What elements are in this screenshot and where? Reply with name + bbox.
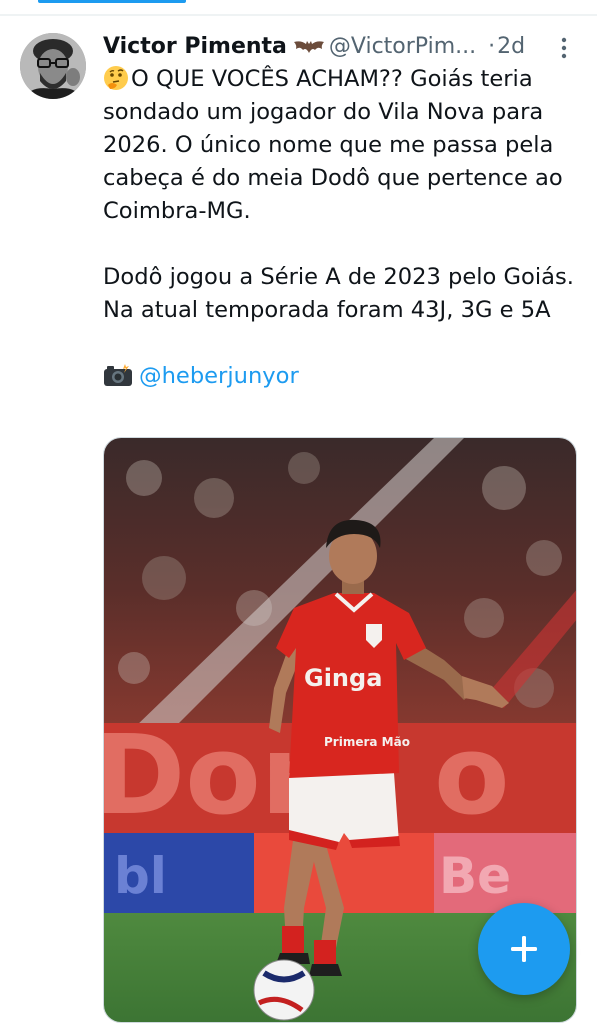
svg-text:o: o [434,711,510,839]
tweet-paragraph-1: O QUE VOCÊS ACHAM?? Goiás teria sondado … [103,63,585,228]
divider [0,14,597,16]
display-name[interactable]: Victor Pimenta [103,34,287,59]
tweet-text-paragraph-1: O QUE VOCÊS ACHAM?? Goiás teria sondado … [103,66,570,224]
tab-indicator [38,0,186,3]
tweet-header: Victor Pimenta @VictorPim... · 2d [103,30,583,62]
more-vertical-icon[interactable] [556,36,572,60]
handle[interactable]: @VictorPim... [329,34,476,59]
timestamp[interactable]: 2d [497,34,525,59]
svg-text:Be: Be [439,847,511,905]
thinking-face-emoji-icon [103,65,129,91]
camera-with-flash-emoji-icon [103,363,133,387]
jersey-secondary-sponsor-text: Primera Mão [324,735,410,749]
tweet-text: O QUE VOCÊS ACHAM?? Goiás teria sondado … [103,63,585,393]
mention-link[interactable]: @heberjunyor [139,363,299,389]
tweet-screen: Victor Pimenta @VictorPim... · 2d O QUE … [0,0,597,1024]
compose-button[interactable] [478,903,570,995]
tweet-text-paragraph-2: Dodô jogou a Série A de 2023 pelo Goiás.… [103,264,582,323]
svg-text:bl: bl [114,847,167,905]
plus-icon [511,936,537,962]
photo-credit-line: @heberjunyor [103,360,585,393]
avatar[interactable] [20,33,86,99]
separator-dot: · [488,33,496,59]
jersey-sponsor-text: Ginga [304,664,382,692]
bat-emoji-icon [293,37,325,55]
